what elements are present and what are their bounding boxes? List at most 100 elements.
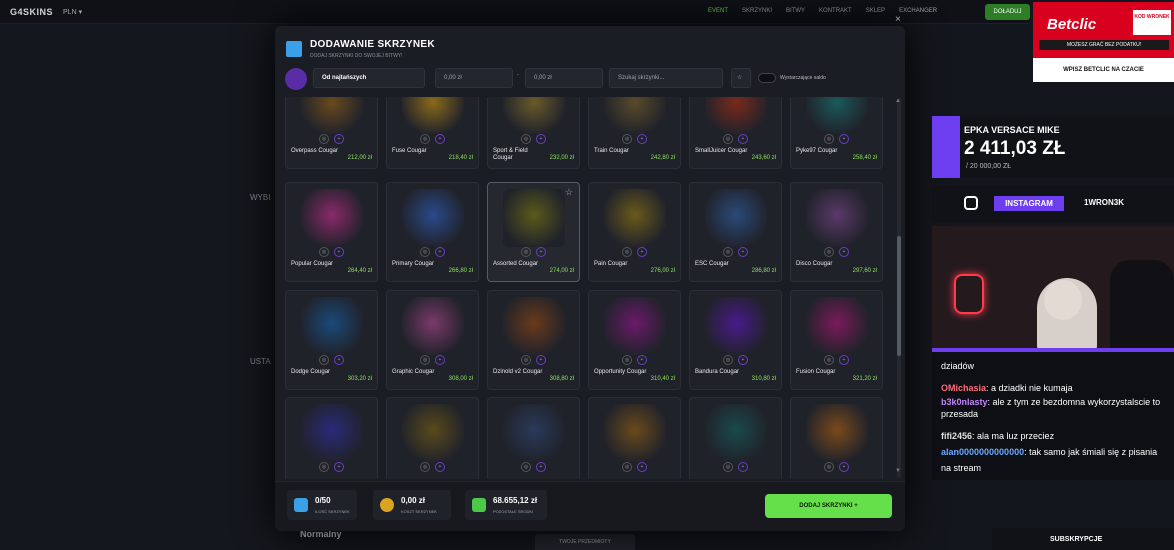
case-card[interactable]: ◎ + Fusion Cougar 321,20 zł — [790, 290, 883, 390]
sufficient-balance-toggle[interactable] — [758, 73, 776, 83]
add-icon[interactable]: + — [435, 355, 445, 365]
case-card[interactable]: ◎ + Dzinold v2 Cougar 308,80 zł — [487, 290, 580, 390]
add-icon[interactable]: + — [839, 355, 849, 365]
nav-event[interactable]: EVENT — [708, 8, 728, 14]
preview-icon[interactable]: ◎ — [319, 134, 329, 144]
preview-icon[interactable]: ◎ — [521, 247, 531, 257]
chat-username[interactable]: b3k0nlasty — [941, 397, 988, 407]
add-icon[interactable]: + — [536, 247, 546, 257]
case-card[interactable]: ◎ + Pain Cougar 276,00 zł — [588, 182, 681, 282]
case-card[interactable]: ◎ + ☆ Assorted Cougar 274,00 zł — [487, 182, 580, 282]
preview-icon[interactable]: ◎ — [521, 462, 531, 472]
case-card[interactable]: ◎ + Popular Cougar 264,40 zł — [285, 182, 378, 282]
add-icon[interactable]: + — [637, 134, 647, 144]
case-card[interactable]: ◎ + Sport & Field Cougar 232,00 zł — [487, 97, 580, 169]
case-card[interactable]: ◎ + — [790, 397, 883, 479]
case-card[interactable]: ◎ + Primary Cougar 266,80 zł — [386, 182, 479, 282]
preview-icon[interactable]: ◎ — [723, 462, 733, 472]
preview-icon[interactable]: ◎ — [622, 355, 632, 365]
preview-icon[interactable]: ◎ — [420, 134, 430, 144]
nav-cases[interactable]: SKRZYNKI — [742, 8, 772, 14]
preview-icon[interactable]: ◎ — [622, 247, 632, 257]
case-card[interactable]: ◎ + Bandura Cougar 310,80 zł — [689, 290, 782, 390]
add-icon[interactable]: + — [435, 462, 445, 472]
case-card[interactable]: ◎ + Pyke97 Cougar 258,40 zł — [790, 97, 883, 169]
add-icon[interactable]: + — [536, 462, 546, 472]
case-card[interactable]: ◎ + — [487, 397, 580, 479]
deposit-button[interactable]: DOŁADUJ — [985, 4, 1030, 20]
add-icon[interactable]: + — [435, 247, 445, 257]
preview-icon[interactable]: ◎ — [521, 134, 531, 144]
add-cases-button[interactable]: DODAJ SKRZYNKI + — [765, 494, 892, 518]
case-card[interactable]: ◎ + Graphic Cougar 308,00 zł — [386, 290, 479, 390]
case-card[interactable]: ◎ + Dodge Cougar 303,20 zł — [285, 290, 378, 390]
preview-icon[interactable]: ◎ — [723, 247, 733, 257]
case-card[interactable]: ◎ + Train Cougar 242,80 zł — [588, 97, 681, 169]
favorite-star-icon[interactable]: ☆ — [731, 68, 751, 88]
filter-icon[interactable] — [285, 68, 307, 90]
case-card[interactable]: ◎ + Fuse Cougar 218,40 zł — [386, 97, 479, 169]
preview-icon[interactable]: ◎ — [622, 134, 632, 144]
case-card[interactable]: ◎ + — [588, 397, 681, 479]
preview-icon[interactable]: ◎ — [622, 462, 632, 472]
add-icon[interactable]: + — [435, 134, 445, 144]
chat-username[interactable]: fifi2456 — [941, 431, 972, 441]
preview-icon[interactable]: ◎ — [420, 462, 430, 472]
preview-icon[interactable]: ◎ — [521, 355, 531, 365]
case-image — [705, 97, 767, 134]
case-card[interactable]: ◎ + — [689, 397, 782, 479]
preview-icon[interactable]: ◎ — [319, 462, 329, 472]
add-icon[interactable]: + — [637, 247, 647, 257]
preview-icon[interactable]: ◎ — [824, 462, 834, 472]
case-card[interactable]: ◎ + Disco Cougar 297,60 zł — [790, 182, 883, 282]
chat-username[interactable]: alan0000000000000 — [941, 447, 1024, 457]
case-card[interactable]: ◎ + Opportunity Cougar 310,40 zł — [588, 290, 681, 390]
add-icon[interactable]: + — [839, 134, 849, 144]
scrollbar-thumb[interactable] — [897, 236, 901, 356]
your-items-tab[interactable]: TWOJE PRZEDMIOTY — [535, 534, 635, 550]
preview-icon[interactable]: ◎ — [319, 247, 329, 257]
preview-icon[interactable]: ◎ — [420, 247, 430, 257]
add-icon[interactable]: + — [839, 247, 849, 257]
price-from-input[interactable]: 0,00 zł — [435, 68, 513, 88]
sort-dropdown[interactable]: Od najtańszych — [313, 68, 425, 88]
favorite-star-icon[interactable]: ☆ — [565, 187, 573, 198]
case-search-input[interactable]: Szukaj skrzynki... — [609, 68, 723, 88]
add-icon[interactable]: + — [536, 355, 546, 365]
price-to-input[interactable]: 0,00 zł — [525, 68, 603, 88]
preview-icon[interactable]: ◎ — [723, 355, 733, 365]
case-card[interactable]: ◎ + Overpass Cougar 212,00 zł — [285, 97, 378, 169]
case-card[interactable]: ◎ + — [285, 397, 378, 479]
case-card[interactable]: ◎ + — [386, 397, 479, 479]
add-icon[interactable]: + — [637, 462, 647, 472]
add-icon[interactable]: + — [738, 462, 748, 472]
case-card[interactable]: ◎ + SmallJuicer Cougar 243,60 zł — [689, 97, 782, 169]
add-icon[interactable]: + — [738, 134, 748, 144]
preview-icon[interactable]: ◎ — [824, 134, 834, 144]
add-icon[interactable]: + — [334, 355, 344, 365]
preview-icon[interactable]: ◎ — [824, 247, 834, 257]
case-card[interactable]: ◎ + ESC Cougar 286,80 zł — [689, 182, 782, 282]
scroll-down-arrow[interactable]: ▼ — [895, 468, 901, 474]
preview-icon[interactable]: ◎ — [723, 134, 733, 144]
scroll-up-arrow[interactable]: ▲ — [895, 98, 901, 104]
add-icon[interactable]: + — [637, 355, 647, 365]
add-icon[interactable]: + — [334, 462, 344, 472]
preview-icon[interactable]: ◎ — [420, 355, 430, 365]
nav-battles[interactable]: BITWY — [786, 8, 805, 14]
add-icon[interactable]: + — [334, 247, 344, 257]
chat-username[interactable]: OMichasia — [941, 383, 986, 393]
preview-icon[interactable]: ◎ — [824, 355, 834, 365]
add-icon[interactable]: + — [738, 247, 748, 257]
add-icon[interactable]: + — [334, 134, 344, 144]
close-icon[interactable]: × — [895, 14, 901, 25]
nav-shop[interactable]: SKLEP — [866, 8, 885, 14]
site-logo[interactable]: G4SKINS — [10, 7, 53, 17]
add-icon[interactable]: + — [738, 355, 748, 365]
add-icon[interactable]: + — [536, 134, 546, 144]
nav-exchanger[interactable]: EXCHANGER — [899, 8, 937, 14]
currency-selector[interactable]: PLN ▾ — [63, 8, 82, 16]
add-icon[interactable]: + — [839, 462, 849, 472]
preview-icon[interactable]: ◎ — [319, 355, 329, 365]
nav-contract[interactable]: KONTRAKT — [819, 8, 852, 14]
